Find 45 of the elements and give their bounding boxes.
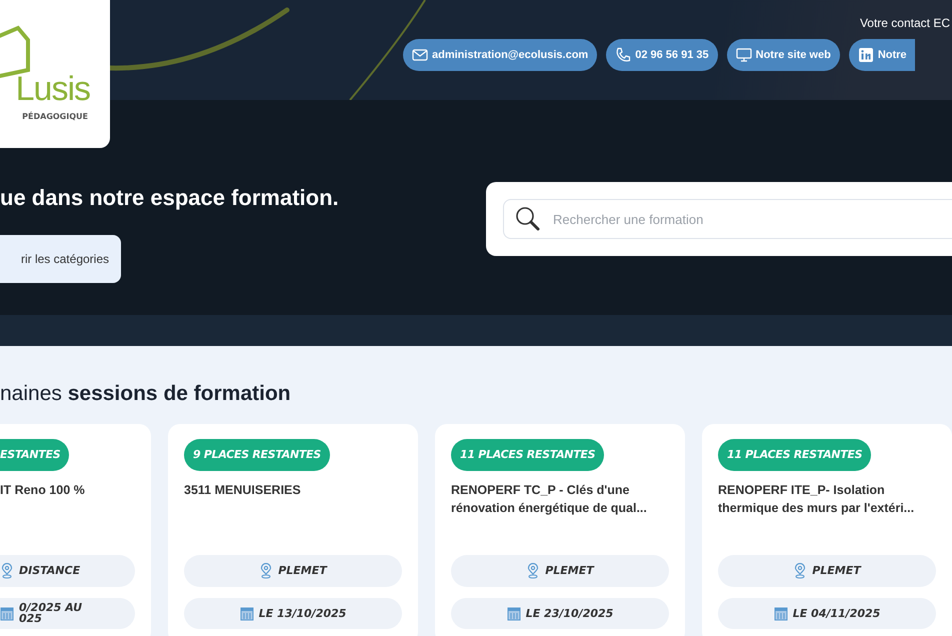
session-title: RENOPERF ITE_P- Isolation thermique des murs par l'extéri...	[718, 482, 916, 517]
session-card[interactable]: 11 PLACES RESTANTES RENOPERF ITE_P- Isolation thermique des murs par l'extéri... PLEMET LE 04/11/2025	[702, 424, 952, 636]
places-badge: ESTANTES	[0, 439, 70, 471]
contact-link[interactable]: 02 96 56 91 35	[606, 39, 718, 71]
date-text: LE 04/11/2025	[792, 608, 880, 619]
categories-button[interactable]: rir les catégories	[0, 235, 121, 283]
contact-link[interactable]: administration@ecolusis.com	[403, 39, 598, 71]
contact-link[interactable]: Notre	[848, 39, 915, 71]
date-text: 0/2025 AU 025	[19, 602, 82, 624]
session-title: 3511 MENUISERIES	[184, 482, 301, 499]
calendar-icon	[0, 606, 14, 621]
places-badge: 11 PLACES RESTANTES	[718, 439, 872, 471]
search-field[interactable]: Rechercher une formation	[503, 199, 952, 239]
linkedin-icon	[858, 47, 874, 63]
location-pin-icon	[259, 562, 274, 579]
location-text: DISTANCE	[19, 565, 80, 576]
envelope-icon	[412, 47, 428, 63]
calendar-icon	[774, 606, 788, 621]
logo-tagline: PÉDAGOGIQUE	[22, 112, 88, 121]
calendar-icon	[506, 606, 521, 621]
location-pin-icon	[0, 562, 14, 579]
session-card[interactable]: ESTANTES IT Reno 100 % DISTANCE 0/2025 AU 025	[0, 424, 151, 636]
session-title: RENOPERF TC_P - Clés d'une rénovation énergétique de qual...	[451, 482, 648, 517]
places-badge: 9 PLACES RESTANTES	[184, 439, 330, 471]
location-text: PLEMET	[278, 565, 327, 576]
places-badge: 11 PLACES RESTANTES	[451, 439, 604, 471]
phone-icon	[615, 47, 632, 63]
search-icon	[515, 206, 541, 232]
date-text: LE 13/10/2025	[258, 608, 346, 619]
contact-label: Votre contact EC	[860, 16, 950, 30]
date-text: LE 23/10/2025	[526, 608, 614, 619]
contact-link[interactable]: Notre site web	[726, 39, 840, 71]
location-pin-icon	[526, 562, 540, 579]
location-text: PLEMET	[812, 565, 861, 576]
section-title: naines sessions de formation	[0, 382, 292, 406]
location-text: PLEMET	[545, 565, 594, 576]
logo-card[interactable]: Lusis PÉDAGOGIQUE	[0, 0, 110, 148]
logo-wordmark: Lusis	[16, 72, 90, 106]
location-pin-icon	[793, 562, 808, 579]
calendar-icon	[240, 606, 254, 621]
session-card[interactable]: 9 PLACES RESTANTES 3511 MENUISERIES PLEMET LE 13/10/2025	[168, 424, 418, 636]
session-title: IT Reno 100 %	[0, 482, 85, 499]
session-card[interactable]: 11 PLACES RESTANTES RENOPERF TC_P - Clés d'une rénovation énergétique de qual... PLEMET LE 23/10/2025	[435, 424, 685, 636]
hero-heading: ue dans notre espace formation.	[0, 185, 339, 211]
monitor-icon	[736, 47, 752, 63]
